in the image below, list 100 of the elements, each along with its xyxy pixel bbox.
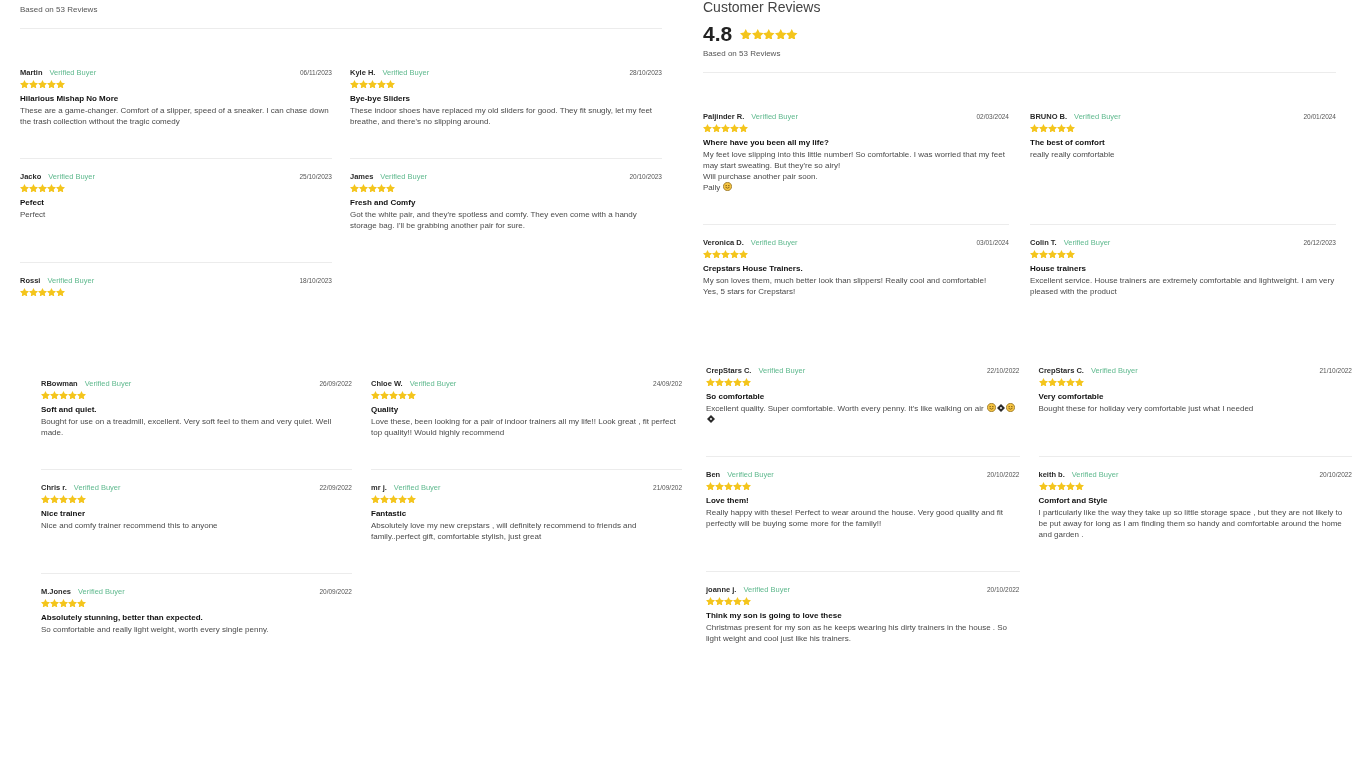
review-title: Love them! <box>706 495 750 507</box>
star-icon <box>1057 123 1066 133</box>
star-icon <box>1074 377 1084 387</box>
star-icon <box>47 183 56 193</box>
star-icon <box>733 481 742 491</box>
star-icon <box>68 598 77 608</box>
star-icon <box>407 494 416 504</box>
star-icon <box>350 183 359 193</box>
star-icon <box>774 28 787 40</box>
star-icon <box>38 79 47 89</box>
star-icon <box>59 390 68 400</box>
review-title: Very comfortable <box>1038 391 1105 403</box>
star-icon <box>1057 249 1066 259</box>
star-icon <box>1039 249 1048 259</box>
review-text: So comfortable and really light weight, worth every single penny. <box>41 624 270 635</box>
star-icon <box>38 287 47 297</box>
star-icon <box>380 390 389 400</box>
star-icon <box>371 390 380 400</box>
star-icon <box>41 390 50 400</box>
star-icon <box>47 287 56 297</box>
star-icon <box>703 123 712 133</box>
star-icon <box>1048 249 1057 259</box>
review-text: Bought these for holiday very comfortable just what I needed <box>1038 403 1255 414</box>
star-icon <box>712 123 721 133</box>
star-icon <box>380 494 389 504</box>
star-icon <box>56 287 65 297</box>
review-title: Fresh and Comfy <box>350 197 417 209</box>
review-text: Bought for use on a treadmill, excellent. Very soft feel to them and very quiet. Well made. <box>41 416 333 438</box>
star-icon <box>389 390 398 400</box>
star-icon <box>712 249 721 259</box>
star-icon <box>50 598 59 608</box>
review-text: Really happy with these! Perfect to wear around the house. Very good quality and fit perfectly will be buying some more for the family!! <box>706 507 1005 529</box>
star-icon <box>721 123 730 133</box>
star-icon <box>742 377 751 387</box>
star-icon <box>41 494 50 504</box>
star-icon <box>1048 123 1057 133</box>
star-icon <box>407 390 416 400</box>
star-icon <box>724 481 733 491</box>
review-text: Love these, been looking for a pair of indoor trainers all my life!! Look great , fit perfect top quality!! Would highly recommend <box>371 416 677 438</box>
star-icon <box>721 249 730 259</box>
star-icon <box>715 481 724 491</box>
review-title: Crepstars House Trainers. <box>703 263 804 275</box>
star-icon <box>371 494 380 504</box>
review-title: Where have you been all my life? <box>703 137 830 149</box>
average-rating: 4.8 <box>703 23 733 45</box>
star-icon <box>20 79 29 89</box>
review-title: Quality <box>371 404 400 416</box>
star-icon <box>368 79 377 89</box>
star-icon <box>389 494 398 504</box>
review-count: Based on 53 Reviews <box>20 4 99 16</box>
review-text: Perfect <box>20 209 47 220</box>
star-icon <box>386 79 395 89</box>
diamond-icon <box>996 404 1005 412</box>
review-title: Absolutely stunning, better than expected. <box>41 612 204 624</box>
star-icon <box>1030 249 1039 259</box>
emoji-icon <box>986 403 996 412</box>
star-icon <box>29 183 38 193</box>
star-icon <box>359 79 368 89</box>
star-icon <box>50 494 59 504</box>
star-icon <box>47 79 56 89</box>
star-icon <box>377 79 386 89</box>
star-icon <box>38 183 47 193</box>
review-title: House trainers <box>1030 263 1088 275</box>
star-icon <box>730 123 739 133</box>
star-icon <box>1074 481 1084 491</box>
star-icon <box>715 596 724 606</box>
star-icon <box>398 494 407 504</box>
star-icon <box>706 481 715 491</box>
star-icon <box>763 28 775 40</box>
review-title: Fantastic <box>371 508 408 520</box>
star-icon <box>1056 481 1066 491</box>
star-icon <box>68 494 77 504</box>
star-icon <box>29 287 38 297</box>
review-text: Got the white pair, and they're spotless and comfy. They even come with a handy storage bag. I'll be grabbing another pair for sure. <box>350 209 638 231</box>
review-text: Nice and comfy trainer recommend this to anyone <box>41 520 219 531</box>
star-icon <box>1047 377 1057 387</box>
emoji-icon <box>1005 403 1015 412</box>
star-icon <box>1038 481 1048 491</box>
star-icon <box>350 79 359 89</box>
star-icon <box>359 183 368 193</box>
emoji-icon <box>723 182 733 191</box>
star-icon <box>59 494 68 504</box>
star-icon <box>77 390 86 400</box>
star-icon <box>59 598 68 608</box>
star-icon <box>706 596 715 606</box>
star-icon <box>77 494 86 504</box>
star-icon <box>706 377 715 387</box>
star-icon <box>41 598 50 608</box>
star-icon <box>50 390 59 400</box>
star-icon <box>739 123 748 133</box>
review-text: Excellent service. House trainers are extremely comfortable and lightweight. I am very pleased with the product <box>1030 275 1336 297</box>
star-icon <box>740 28 752 40</box>
star-icon <box>733 596 742 606</box>
star-icon <box>1047 481 1057 491</box>
review-title: Soft and quiet. <box>41 404 98 416</box>
star-icon <box>724 596 733 606</box>
star-icon <box>1038 377 1048 387</box>
review-text: Pally <box>703 183 721 192</box>
review-title: So comfortable <box>706 391 766 403</box>
review-text: Christmas present for my son as he keeps wearing his dirty trainers in the house . So light weight and cool just like his trainers. <box>706 622 1009 644</box>
